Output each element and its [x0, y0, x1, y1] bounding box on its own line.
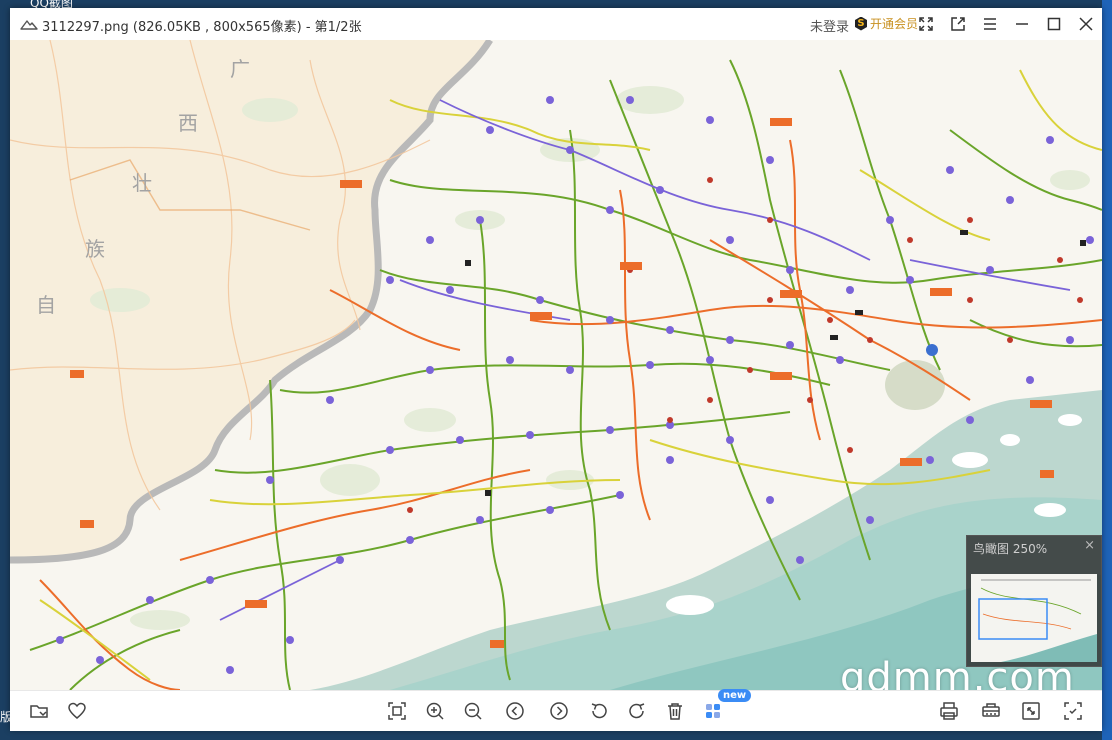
vip-button[interactable]: S 开通会员 — [855, 15, 918, 32]
scanner-icon — [982, 703, 1000, 717]
birdseye-panel[interactable]: 鸟瞰图 250% × — [966, 535, 1102, 667]
minimize-icon — [1016, 23, 1028, 25]
print-icon — [940, 702, 958, 720]
title-bar[interactable]: 3112297.png (826.05KB , 800x565像素) - 第1/… — [10, 8, 1102, 40]
rotate-right-button[interactable] — [626, 700, 648, 722]
screenshot-icon — [1064, 702, 1082, 720]
scan-button[interactable] — [980, 700, 1002, 722]
window-title: 3112297.png (826.05KB , 800x565像素) - 第1/… — [42, 20, 362, 35]
delete-button[interactable] — [664, 700, 686, 722]
desktop-wallpaper-edge — [1102, 0, 1112, 740]
map-label: 西 — [178, 111, 198, 135]
close-button[interactable] — [1076, 14, 1096, 34]
zoom-in-icon — [426, 702, 444, 720]
heart-icon — [68, 702, 86, 719]
maximize-button[interactable] — [1044, 14, 1064, 34]
favorite-button[interactable] — [66, 700, 88, 722]
open-folder-button[interactable] — [28, 700, 50, 722]
print-button[interactable] — [938, 700, 960, 722]
zoom-in-button[interactable] — [424, 700, 446, 722]
close-icon[interactable]: × — [1084, 538, 1095, 553]
map-label: 广 — [230, 57, 250, 81]
map-label: 族 — [85, 237, 105, 261]
close-icon — [1079, 17, 1093, 31]
previous-icon — [506, 702, 524, 720]
trash-icon — [668, 703, 682, 720]
screenshot-button[interactable] — [1062, 700, 1084, 722]
apps-button[interactable] — [702, 700, 724, 722]
rotate-left-icon — [591, 703, 607, 719]
zoom-out-icon — [464, 702, 482, 720]
rotate-right-icon — [629, 703, 645, 719]
fit-screen-button[interactable] — [386, 700, 408, 722]
map-label: 自 — [36, 293, 56, 317]
road-map-image: 广 西 壮 族 自 — [10, 40, 1102, 690]
vip-badge-icon: S — [855, 16, 867, 31]
share-icon — [951, 17, 965, 31]
expand-icon — [919, 17, 933, 31]
watermark: gdmm.com — [840, 655, 1075, 690]
image-viewer-window: 3112297.png (826.05KB , 800x565像素) - 第1/… — [10, 8, 1102, 731]
image-canvas[interactable]: 广 西 壮 族 自 鸟瞰图 250% × gdmm.com — [10, 40, 1102, 690]
map-label: 壮 — [132, 171, 152, 195]
birdseye-thumbnail[interactable] — [971, 574, 1097, 662]
new-badge: new — [718, 689, 752, 702]
login-link[interactable]: 未登录 — [810, 16, 849, 35]
fullscreen-button[interactable] — [1020, 700, 1042, 722]
apps-icon — [706, 704, 720, 718]
vip-label: 开通会员 — [870, 17, 919, 31]
folder-icon — [30, 705, 48, 718]
next-button[interactable] — [548, 700, 570, 722]
previous-button[interactable] — [504, 700, 526, 722]
minimize-button[interactable] — [1012, 14, 1032, 34]
cloud-icon — [20, 20, 38, 30]
fit-screen-icon — [388, 702, 406, 720]
birdseye-title: 鸟瞰图 250% — [973, 542, 1048, 556]
rotate-left-button[interactable] — [588, 700, 610, 722]
share-button[interactable] — [948, 14, 968, 34]
fullscreen-icon — [1022, 702, 1040, 720]
maximize-icon — [1047, 17, 1061, 31]
full-view-button[interactable] — [916, 14, 936, 34]
zoom-out-button[interactable] — [462, 700, 484, 722]
menu-icon — [984, 18, 996, 30]
menu-button[interactable] — [980, 14, 1000, 34]
bottom-toolbar: new — [10, 689, 1102, 731]
next-icon — [550, 702, 568, 720]
